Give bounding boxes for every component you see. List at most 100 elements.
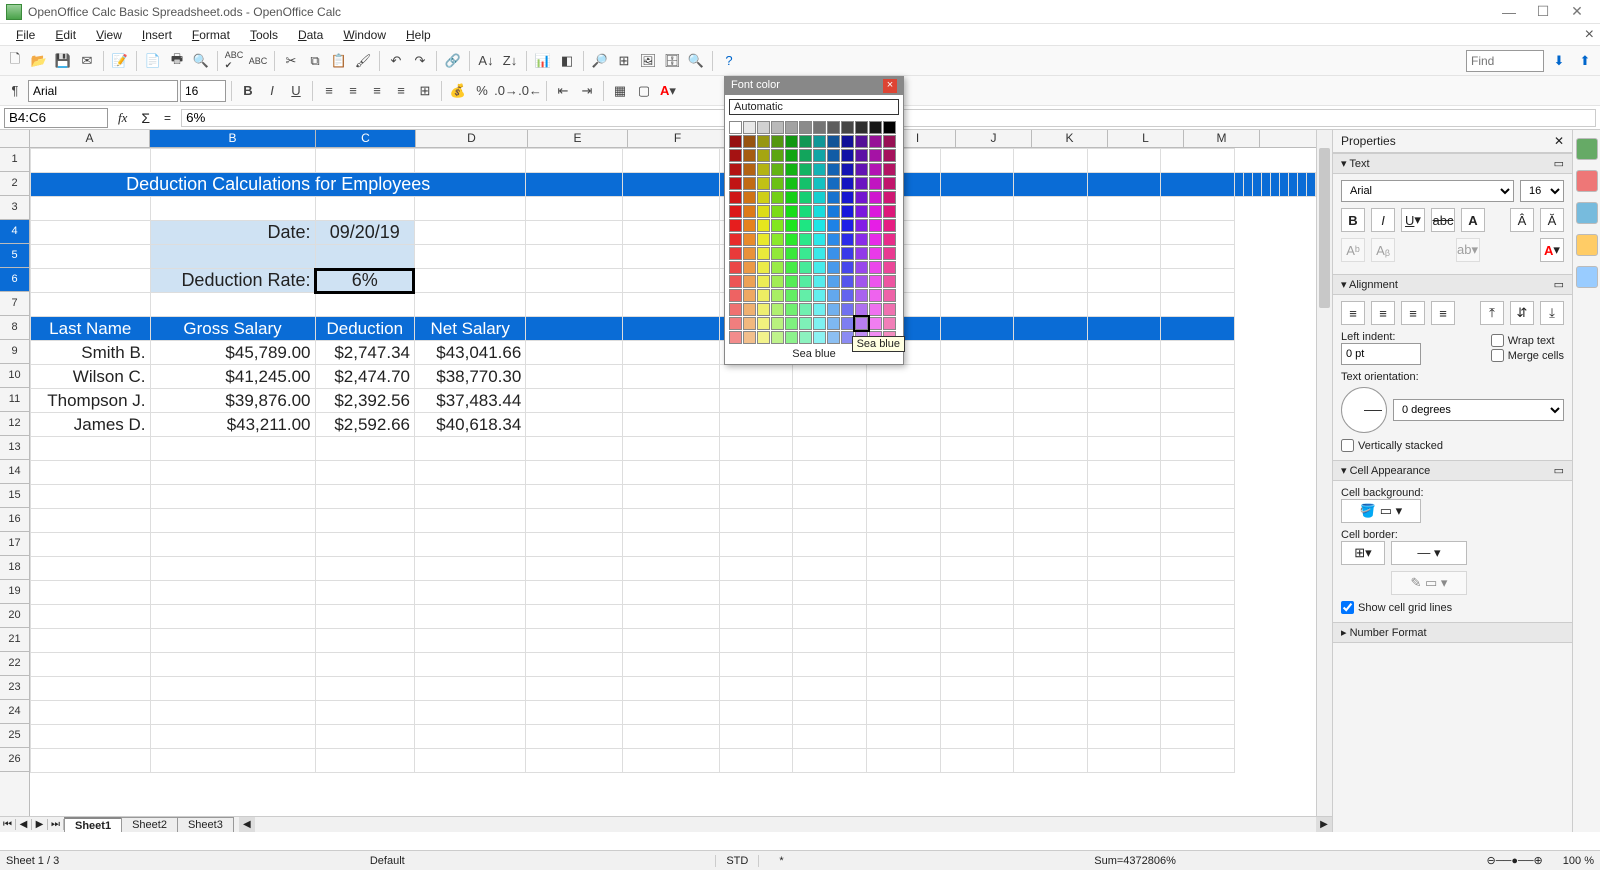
valign-top[interactable]: ⤒ [1480,301,1504,325]
cell[interactable] [1014,317,1088,341]
cell[interactable]: $43,211.00 [150,413,315,437]
color-swatch[interactable] [785,233,798,246]
col-header-A[interactable]: A [30,130,150,147]
cell[interactable] [150,749,315,773]
cell[interactable] [1087,149,1161,173]
color-swatch[interactable] [785,191,798,204]
cell[interactable] [414,653,525,677]
cell[interactable]: Thompson J. [31,389,151,413]
color-swatch[interactable] [771,191,784,204]
color-swatch[interactable] [813,331,826,344]
cell[interactable] [315,437,414,461]
export-pdf-button[interactable]: 📄 [142,50,164,72]
cell[interactable] [1289,173,1298,197]
cell[interactable] [1087,581,1161,605]
cell[interactable] [1307,173,1316,197]
color-swatch[interactable] [799,205,812,218]
sheet-next-button[interactable]: ▶ [32,819,48,830]
borders-button[interactable]: ▦ [609,80,631,102]
cell[interactable] [1014,749,1088,773]
color-swatch[interactable] [883,135,896,148]
cell[interactable] [31,581,151,605]
cell[interactable] [866,677,940,701]
dock-properties-icon[interactable] [1576,138,1598,160]
cell[interactable]: Deduction Rate: [150,269,315,293]
prop-shrink-font[interactable]: Ă [1540,208,1564,232]
cell[interactable] [526,485,623,509]
cell[interactable] [793,365,867,389]
email-button[interactable]: ✉ [76,50,98,72]
cell[interactable] [940,269,1014,293]
cell[interactable] [31,197,151,221]
color-swatch[interactable] [841,135,854,148]
cell[interactable] [31,221,151,245]
color-swatch[interactable] [799,219,812,232]
color-swatch[interactable] [813,275,826,288]
prop-font-name[interactable]: Arial [1341,180,1514,202]
cell[interactable] [526,461,623,485]
cell[interactable] [623,725,720,749]
status-sum[interactable]: Sum=4372806% [1094,855,1176,867]
color-swatch[interactable] [729,149,742,162]
color-swatch[interactable] [771,275,784,288]
cell[interactable]: $45,789.00 [150,341,315,365]
color-swatch[interactable] [827,205,840,218]
menu-insert[interactable]: Insert [132,26,182,44]
cell[interactable] [940,173,1014,197]
color-swatch[interactable] [813,247,826,260]
navigator-button[interactable]: ⊞ [613,50,635,72]
color-swatch[interactable] [813,219,826,232]
cell[interactable] [793,701,867,725]
color-swatch[interactable] [799,317,812,330]
prop-underline[interactable]: U▾ [1401,208,1425,232]
cell[interactable] [150,293,315,317]
cell[interactable] [526,341,623,365]
cell[interactable]: Smith B. [31,341,151,365]
cell[interactable] [1161,701,1235,725]
cell[interactable] [866,557,940,581]
color-swatch[interactable] [883,219,896,232]
sum-button[interactable]: Σ [137,110,154,126]
cell[interactable] [150,677,315,701]
increase-indent-button[interactable]: ⇥ [576,80,598,102]
cell[interactable] [1087,605,1161,629]
menu-edit[interactable]: Edit [45,26,86,44]
zoom-button[interactable]: 🔍 [685,50,707,72]
color-swatch[interactable] [827,317,840,330]
cell[interactable] [1087,173,1161,197]
cell[interactable] [526,197,623,221]
cell[interactable] [623,485,720,509]
color-swatch[interactable] [743,289,756,302]
cell[interactable] [793,389,867,413]
cell[interactable] [793,581,867,605]
align-justify-button[interactable]: ≡ [390,80,412,102]
color-swatch[interactable] [757,303,770,316]
cell[interactable] [1087,413,1161,437]
cell[interactable] [623,173,720,197]
cell[interactable] [414,701,525,725]
cell[interactable] [1087,317,1161,341]
cell[interactable] [414,677,525,701]
align-right-button[interactable]: ≡ [366,80,388,102]
color-swatch[interactable] [827,163,840,176]
valign-mid[interactable]: ⇵ [1510,301,1534,325]
color-swatch[interactable] [855,289,868,302]
paste-button[interactable]: 📋 [328,50,350,72]
color-swatch[interactable] [883,191,896,204]
cell[interactable] [940,509,1014,533]
cell[interactable] [940,197,1014,221]
cell[interactable] [150,653,315,677]
cell[interactable] [1087,509,1161,533]
color-swatch[interactable] [827,247,840,260]
cell[interactable] [526,725,623,749]
orientation-combo[interactable]: 0 degrees [1393,399,1564,421]
bgcolor-button[interactable]: ▢ [633,80,655,102]
cell[interactable] [414,197,525,221]
cell[interactable] [793,677,867,701]
remove-decimal-button[interactable]: .0← [519,80,541,102]
find-input[interactable] [1466,50,1544,72]
color-swatch[interactable] [729,247,742,260]
cell[interactable] [623,461,720,485]
color-swatch[interactable] [743,149,756,162]
color-swatch[interactable] [841,317,854,330]
